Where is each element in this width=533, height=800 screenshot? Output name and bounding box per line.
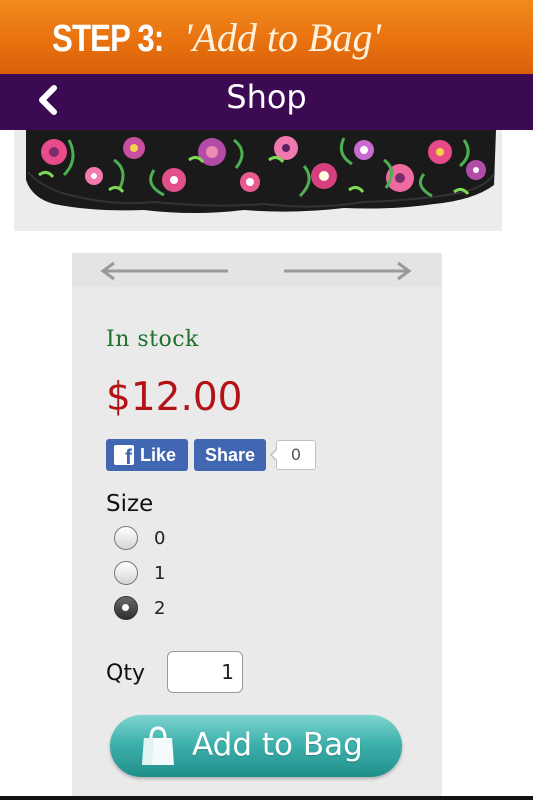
radio-button[interactable] (114, 526, 138, 550)
share-count: 0 (276, 440, 316, 470)
size-option-0[interactable]: 0 (114, 523, 165, 553)
arrow-left-icon[interactable] (100, 261, 230, 281)
shopping-bag-icon (142, 726, 174, 765)
step-action: 'Add to Bag' (183, 14, 382, 60)
qty-label: Qty (106, 661, 145, 686)
gallery-nav (72, 253, 442, 287)
size-label: Size (106, 491, 154, 517)
product-panel: In stock $12.00 f Like Share 0 Size 0 1 … (72, 253, 442, 800)
stock-status: In stock (106, 327, 199, 352)
size-option-2[interactable]: 2 (114, 593, 165, 623)
chevron-left-icon[interactable] (34, 84, 60, 118)
share-count-pointer-inner (272, 449, 278, 461)
facebook-share-button[interactable]: Share (194, 439, 266, 471)
size-option-label: 0 (154, 527, 166, 549)
radio-button-selected[interactable] (114, 596, 138, 620)
qty-input[interactable] (167, 651, 243, 693)
page-title: Shop (226, 78, 307, 116)
facebook-like-button[interactable]: f Like (106, 439, 188, 471)
app-header: Shop (0, 74, 533, 130)
product-price: $12.00 (106, 375, 243, 420)
like-label: Like (140, 444, 177, 465)
bottom-edge (0, 796, 533, 800)
size-option-1[interactable]: 1 (114, 558, 165, 588)
add-to-bag-button[interactable]: Add to Bag (110, 715, 402, 777)
size-option-label: 2 (154, 597, 166, 619)
add-to-bag-label: Add to Bag (192, 727, 363, 763)
product-image (14, 130, 502, 231)
step-label: STEP 3: (52, 17, 164, 60)
size-option-label: 1 (154, 562, 166, 584)
arrow-right-icon[interactable] (282, 261, 412, 281)
facebook-icon: f (114, 445, 134, 465)
floral-fabric-image (14, 130, 502, 231)
radio-button[interactable] (114, 561, 138, 585)
step-banner: STEP 3: 'Add to Bag' (0, 0, 533, 74)
